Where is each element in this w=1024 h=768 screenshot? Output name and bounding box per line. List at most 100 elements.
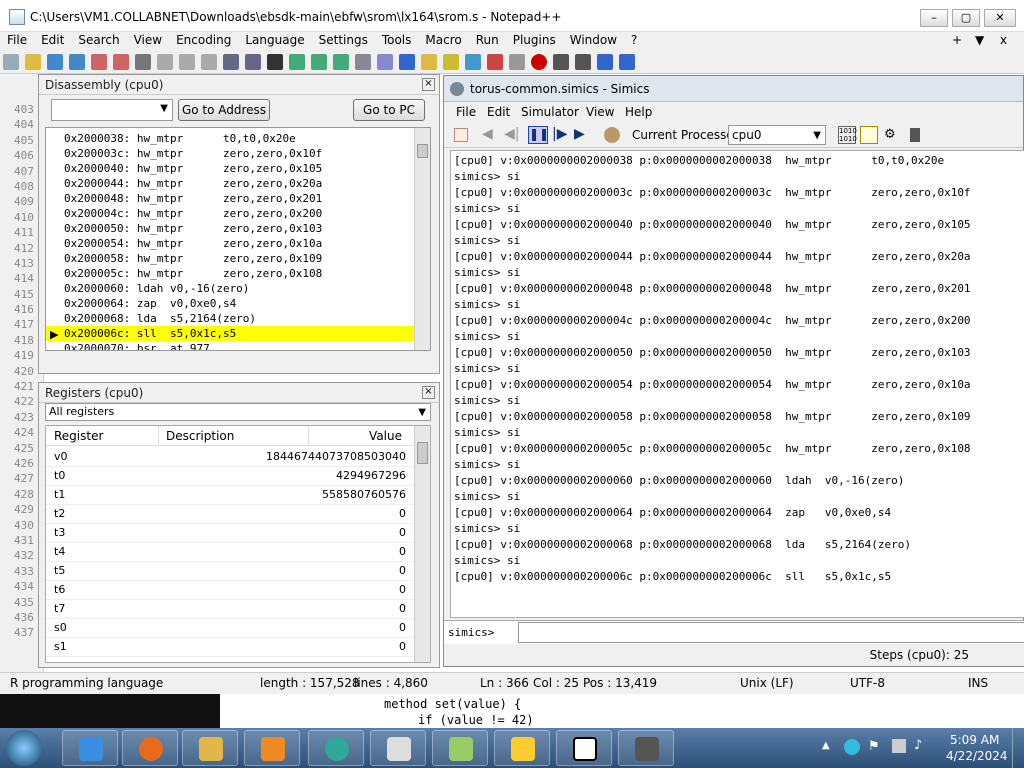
disassembly-scrollbar[interactable] (414, 128, 430, 350)
simics-console-output[interactable]: [cpu0] v:0x0000000002000038 p:0x00000000… (450, 150, 1024, 618)
disassembly-row[interactable]: 0x2000048: hw_mtpr zero,zero,0x201 (46, 191, 430, 206)
tray-date[interactable]: 4/22/2024 (946, 749, 1008, 763)
simics-menu-simulator[interactable]: Simulator (521, 105, 579, 119)
minimize-button[interactable]: – (920, 9, 948, 27)
menu-run[interactable]: Run (469, 32, 506, 48)
register-row[interactable]: t4 0 (46, 543, 416, 562)
col-register[interactable]: Register (54, 429, 103, 443)
taskbar-ie[interactable] (62, 730, 118, 766)
settings-icon[interactable]: ⚙ (884, 127, 896, 142)
disassembly-close-icon[interactable]: × (422, 78, 435, 91)
register-filter-select[interactable]: All registers ▼ (45, 403, 431, 421)
disassembly-row[interactable]: 0x2000058: hw_mtpr zero,zero,0x109 (46, 251, 430, 266)
disassembly-row[interactable]: 0x2000038: hw_mtpr t0,t0,0x20e (46, 131, 430, 146)
taskbar-notepadpp[interactable] (432, 730, 488, 766)
wrap-icon[interactable] (377, 54, 393, 70)
disassembly-row[interactable]: 0x2000040: hw_mtpr zero,zero,0x105 (46, 161, 430, 176)
taskbar-firefox[interactable] (122, 730, 178, 766)
doc-map-icon[interactable] (443, 54, 459, 70)
menu-close-icon[interactable]: x (993, 32, 1014, 48)
register-row[interactable]: t6 0 (46, 581, 416, 600)
menu-tools[interactable]: Tools (375, 32, 419, 48)
save-macro-icon[interactable] (619, 54, 635, 70)
disassembly-row[interactable]: 0x2000070: bsr at,977 (46, 341, 430, 350)
menu-plus-icon[interactable]: + (945, 32, 969, 48)
stop-macro-icon[interactable] (553, 54, 569, 70)
tray-flag-icon[interactable]: ⚑ (868, 739, 880, 754)
copy-icon[interactable] (179, 54, 195, 70)
tray-time[interactable]: 5:09 AM (950, 733, 999, 747)
disassembly-row[interactable]: 0x200004c: hw_mtpr zero,zero,0x200 (46, 206, 430, 221)
simics-menu-edit[interactable]: Edit (487, 105, 510, 119)
step-icon[interactable]: |▶ (552, 126, 567, 142)
menu-window[interactable]: Window (563, 32, 624, 48)
indent-guide-icon[interactable] (399, 54, 415, 70)
menu-help[interactable]: ? (624, 32, 644, 48)
disassembly-row[interactable]: 0x2000050: hw_mtpr zero,zero,0x103 (46, 221, 430, 236)
register-row[interactable]: t5 0 (46, 562, 416, 581)
save-icon[interactable] (47, 54, 63, 70)
menu-macro[interactable]: Macro (418, 32, 468, 48)
monitor-icon[interactable] (509, 54, 525, 70)
taskbar-media[interactable] (244, 730, 300, 766)
scroll-thumb[interactable] (417, 144, 428, 158)
new-session-icon[interactable] (454, 128, 468, 142)
menu-file[interactable]: File (0, 32, 34, 48)
address-combo[interactable]: ▼ (51, 99, 173, 121)
register-row[interactable]: t7 0 (46, 600, 416, 619)
disassembly-row[interactable]: 0x2000054: hw_mtpr zero,zero,0x10a (46, 236, 430, 251)
register-row[interactable]: s1 0 (46, 638, 416, 657)
undo-icon[interactable] (223, 54, 239, 70)
disassembly-list[interactable]: 0x2000038: hw_mtpr t0,t0,0x20e 0x200003c:… (45, 127, 431, 351)
simics-menu-file[interactable]: File (456, 105, 476, 119)
maximize-button[interactable]: ▢ (952, 9, 980, 27)
play-macro-icon[interactable] (575, 54, 591, 70)
menu-encoding[interactable]: Encoding (169, 32, 238, 48)
processor-select[interactable]: cpu0 ▼ (728, 125, 826, 145)
register-row[interactable]: t1 558580760576 (46, 486, 416, 505)
register-row[interactable]: t2 0 (46, 505, 416, 524)
menu-down-icon[interactable]: ▼ (968, 32, 991, 48)
record-macro-icon[interactable] (531, 54, 547, 70)
menu-edit[interactable]: Edit (34, 32, 71, 48)
taskbar-app[interactable] (308, 730, 364, 766)
close-button[interactable]: ✕ (984, 9, 1016, 27)
menu-settings[interactable]: Settings (312, 32, 375, 48)
simics-menu-help[interactable]: Help (625, 105, 652, 119)
save-all-icon[interactable] (69, 54, 85, 70)
memory-view-icon[interactable] (860, 126, 878, 144)
function-list-icon[interactable] (465, 54, 481, 70)
print-icon[interactable] (135, 54, 151, 70)
col-value[interactable]: Value (369, 429, 402, 443)
redo-icon[interactable] (245, 54, 261, 70)
replace-icon[interactable] (289, 54, 305, 70)
reverse-icon[interactable]: ◀ (482, 126, 493, 142)
close-all-icon[interactable] (113, 54, 129, 70)
start-button[interactable] (6, 730, 42, 766)
disassembly-row[interactable]: 0x2000044: hw_mtpr zero,zero,0x20a (46, 176, 430, 191)
run-icon[interactable]: ▶ (574, 126, 585, 142)
close-file-icon[interactable] (91, 54, 107, 70)
disassembly-row[interactable]: 0x200006c: sll s5,0x1c,s5 (46, 326, 430, 341)
tray-network-icon[interactable] (844, 739, 860, 755)
reverse-step-icon[interactable]: ◀| (504, 126, 519, 142)
chip-icon[interactable] (910, 128, 920, 142)
new-file-icon[interactable] (3, 54, 19, 70)
zoom-in-icon[interactable] (311, 54, 327, 70)
taskbar-remote[interactable] (618, 730, 674, 766)
find-icon[interactable] (267, 54, 283, 70)
simics-menu-view[interactable]: View (586, 105, 614, 119)
register-row[interactable]: t0 4294967296 (46, 467, 416, 486)
taskbar-explorer[interactable] (182, 730, 238, 766)
register-row[interactable]: s0 0 (46, 619, 416, 638)
tray-volume-icon[interactable]: ♪ (914, 738, 922, 753)
taskbar-hxd[interactable] (494, 730, 550, 766)
zoom-out-icon[interactable] (333, 54, 349, 70)
debug-icon[interactable] (604, 127, 620, 143)
disassembly-row[interactable]: 0x200003c: hw_mtpr zero,zero,0x10f (46, 146, 430, 161)
pause-icon[interactable]: ❚❚ (528, 126, 549, 144)
register-row[interactable]: t3 0 (46, 524, 416, 543)
tray-display-icon[interactable] (892, 739, 906, 753)
cut-icon[interactable] (157, 54, 173, 70)
menu-plugins[interactable]: Plugins (506, 32, 563, 48)
